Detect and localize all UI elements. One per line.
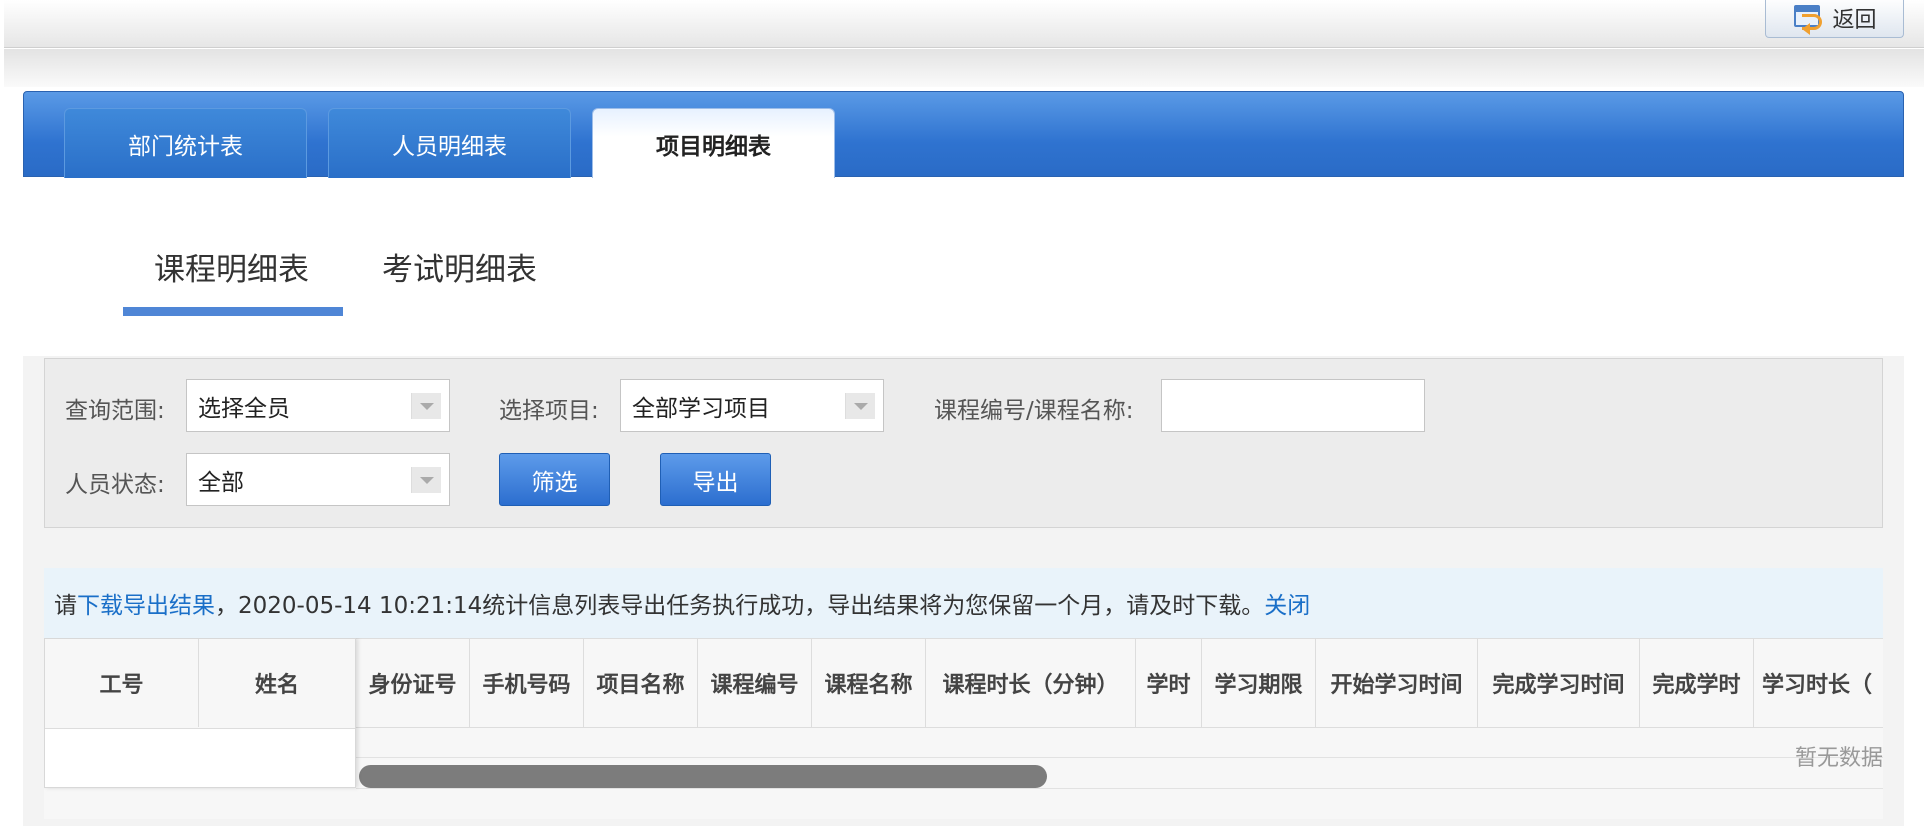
chevron-down-icon — [845, 393, 875, 419]
subtab-exam-detail[interactable]: 考试明细表 — [382, 244, 537, 289]
horizontal-scrollbar[interactable] — [359, 765, 1047, 788]
project-select-value: 全部学习项目 — [632, 395, 770, 422]
chevron-down-icon — [411, 393, 441, 419]
status-label: 人员状态: — [65, 472, 165, 498]
tab-personnel-detail[interactable]: 人员明细表 — [328, 108, 571, 178]
export-notice: 请下载导出结果 ，2020-05-14 10:21:14统计信息列表导出任务执行成… — [44, 568, 1883, 638]
export-button[interactable]: 导出 — [660, 453, 771, 506]
fixed-columns: 工号 姓名 — [44, 638, 356, 788]
course-search-input[interactable] — [1161, 379, 1425, 432]
column-header: 学时 — [1136, 639, 1202, 727]
column-header: 学习时长（ — [1762, 673, 1873, 698]
back-arrow-icon — [1792, 3, 1824, 35]
tab-label: 人员明细表 — [392, 133, 507, 160]
filter-panel: 查询范围: 选择全员 选择项目: 全部学习项目 课程编号/课程名称: 人员状态:… — [44, 358, 1883, 528]
data-table: 身份证号 手机号码 项目名称 课程编号 课程名称 课程时长（分钟） 学时 学习期… — [44, 638, 1883, 819]
column-header: 完成学习时间 — [1478, 639, 1640, 727]
tab-project-detail[interactable]: 项目明细表 — [592, 108, 835, 178]
scope-select-value: 选择全员 — [198, 395, 290, 422]
course-search-label: 课程编号/课程名称: — [934, 398, 1134, 424]
scope-label: 查询范围: — [65, 398, 165, 424]
column-header: 开始学习时间 — [1316, 639, 1478, 727]
project-label: 选择项目: — [499, 398, 599, 424]
project-select[interactable]: 全部学习项目 — [620, 379, 884, 432]
notice-prefix: 请 — [54, 593, 77, 619]
chevron-down-icon — [411, 467, 441, 493]
filter-button[interactable]: 筛选 — [499, 453, 610, 506]
main-tab-bar: 部门统计表 人员明细表 项目明细表 — [23, 91, 1904, 178]
subtab-course-detail[interactable]: 课程明细表 — [154, 244, 309, 289]
back-button[interactable]: 返回 — [1765, 0, 1904, 38]
tab-label: 项目明细表 — [656, 133, 771, 160]
tab-department-stats[interactable]: 部门统计表 — [64, 108, 307, 178]
empty-state-text: 暂无数据 — [1794, 746, 1883, 771]
fixed-columns-body — [45, 729, 355, 787]
column-header: 课程编号 — [698, 639, 812, 727]
status-select-value: 全部 — [198, 469, 244, 496]
column-header: 课程名称 — [812, 639, 926, 727]
scope-select[interactable]: 选择全员 — [186, 379, 450, 432]
active-subtab-indicator — [123, 307, 343, 316]
column-header: 学习期限 — [1202, 639, 1316, 727]
top-bar — [4, 0, 1924, 48]
back-button-label: 返回 — [1832, 7, 1877, 33]
tab-label: 部门统计表 — [128, 133, 243, 160]
column-header: 项目名称 — [584, 639, 698, 727]
status-select[interactable]: 全部 — [186, 453, 450, 506]
notice-message: ，2020-05-14 10:21:14统计信息列表导出任务执行成功，导出结果将… — [215, 593, 1265, 619]
row-divider — [356, 788, 1883, 789]
close-notice-link[interactable]: 关闭 — [1264, 586, 1310, 620]
header-band — [4, 49, 1924, 87]
column-header: 手机号码 — [470, 639, 584, 727]
column-header-employee-id: 工号 — [45, 639, 199, 727]
download-result-link[interactable]: 下载导出结果 — [77, 586, 215, 620]
column-header-name: 姓名 — [254, 673, 299, 698]
column-header: 身份证号 — [356, 639, 470, 727]
column-header: 课程时长（分钟） — [926, 639, 1136, 727]
row-divider — [356, 757, 1883, 758]
column-header: 完成学时 — [1640, 639, 1754, 727]
